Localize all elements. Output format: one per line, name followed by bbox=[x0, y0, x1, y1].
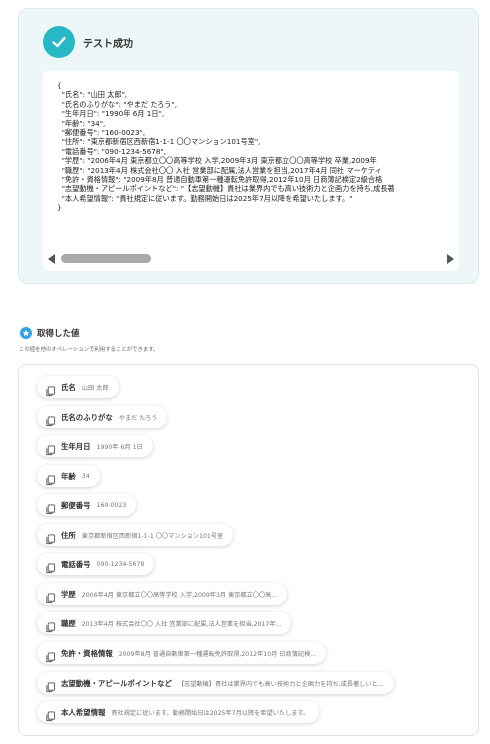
scroll-thumb[interactable] bbox=[61, 254, 151, 263]
copy-icon bbox=[45, 412, 56, 426]
result-code-panel[interactable]: { "氏名": "山田 太郎", "氏名のふりがな": "やまだ たろう", "… bbox=[43, 71, 459, 271]
code-line: "生年月日": "1990年 6月 1日", bbox=[57, 109, 165, 119]
value-chip-label: 年齢 bbox=[61, 471, 76, 481]
value-chip-value: 2009年8月 普通自動車第一種運転免許取得,2012年10月 日商簿記検... bbox=[118, 650, 317, 658]
value-chip[interactable]: 生年月日 1990年 6月 1日 bbox=[37, 435, 153, 457]
value-chip-label: 電話番号 bbox=[61, 559, 91, 569]
value-chip[interactable]: 志望動機・アピールポイントなど 【志望動機】貴社は業界内でも高い技術力と企画力を持… bbox=[37, 672, 394, 694]
value-chip-label: 志望動機・アピールポイントなど bbox=[61, 678, 172, 688]
value-chip-label: 氏名のふりがな bbox=[61, 412, 113, 422]
copy-icon bbox=[45, 618, 56, 632]
result-code-text: { "氏名": "山田 太郎", "氏名のふりがな": "やまだ たろう", "… bbox=[57, 81, 395, 213]
value-chip-value: 山田 太郎 bbox=[81, 384, 109, 392]
star-badge-icon bbox=[20, 327, 32, 339]
code-line: "氏名のふりがな": "やまだ たろう", bbox=[57, 99, 178, 109]
code-line: "年齢": "34", bbox=[57, 118, 106, 128]
copy-icon bbox=[45, 589, 56, 603]
value-chip[interactable]: 職歴 2013年4月 株式会社〇〇 入社 営業部に配属,法人営業を担当,2017年… bbox=[37, 612, 292, 634]
copy-icon bbox=[45, 559, 56, 573]
code-line: } bbox=[57, 203, 62, 213]
copy-icon bbox=[45, 471, 56, 485]
values-description: この値を他のオペレーションで利用することができます。 bbox=[19, 347, 159, 353]
code-line: "職歴": "2013年4月 株式会社〇〇 入社 営業部に配属,法人営業を担当,… bbox=[57, 165, 382, 175]
success-title: テスト成功 bbox=[83, 39, 133, 50]
code-line: "氏名": "山田 太郎", bbox=[57, 90, 128, 100]
value-chip-value: 【志望動機】貴社は業界内でも高い技術力と企画力を持ち,成長著しいと... bbox=[177, 680, 384, 688]
code-line: "本人希望情報": "貴社規定に従います。勤務開始日は2025年7月以降を希望い… bbox=[57, 193, 353, 203]
horizontal-scrollbar[interactable] bbox=[43, 252, 459, 267]
value-chip[interactable]: 年齢 34 bbox=[37, 465, 100, 487]
values-list: 氏名 山田 太郎氏名のふりがな やまだ たろう生年月日 1990年 6月 1日年齢 34… bbox=[18, 364, 479, 736]
value-chip-label: 学歴 bbox=[61, 589, 76, 599]
value-chip-value: 34 bbox=[81, 472, 90, 480]
scroll-right-icon[interactable] bbox=[447, 254, 454, 264]
copy-icon bbox=[45, 441, 56, 455]
code-line: "免許・資格情報": "2009年8月 普通自動車第一種運転免許取得,2012年… bbox=[57, 175, 383, 185]
copy-icon bbox=[45, 678, 56, 692]
scroll-left-icon[interactable] bbox=[48, 254, 55, 264]
value-chip-value: やまだ たろう bbox=[118, 414, 158, 422]
value-chip[interactable]: 学歴 2006年4月 東京都立〇〇高等学校 入学,2009年3月 東京都立〇〇高.… bbox=[37, 583, 288, 605]
test-result-card: テスト成功 { "氏名": "山田 太郎", "氏名のふりがな": "やまだ た… bbox=[18, 8, 479, 284]
value-chip-value: 貴社規定に従います。勤務開始日は2025年7月以降を希望いたします。 bbox=[111, 709, 310, 717]
value-chip[interactable]: 氏名のふりがな やまだ たろう bbox=[37, 406, 168, 428]
value-chip[interactable]: 電話番号 090-1234-5678 bbox=[37, 553, 155, 575]
value-chip[interactable]: 本人希望情報 貴社規定に従います。勤務開始日は2025年7月以降を希望いたします。 bbox=[37, 701, 320, 723]
code-line: "住所": "東京都新宿区西新宿1-1-1 〇〇マンション101号室", bbox=[57, 137, 261, 147]
value-chip-label: 本人希望情報 bbox=[61, 707, 106, 717]
value-chip-label: 住所 bbox=[61, 530, 76, 540]
value-chip[interactable]: 郵便番号 160-0023 bbox=[37, 494, 137, 516]
code-line: "電話番号": "090-1234-5678", bbox=[57, 146, 167, 156]
copy-icon bbox=[45, 648, 56, 662]
value-chip-value: 東京都新宿区西新宿1-1-1 〇〇マンション101号室 bbox=[81, 532, 224, 540]
code-line: { bbox=[57, 81, 62, 90]
value-chip-label: 職歴 bbox=[61, 618, 76, 628]
copy-icon bbox=[45, 500, 56, 514]
value-chip-label: 氏名 bbox=[61, 382, 76, 392]
code-line: "郵便番号": "160-0023", bbox=[57, 128, 146, 138]
values-header: 取得した値 bbox=[20, 327, 80, 339]
value-chip-value: 2013年4月 株式会社〇〇 入社 営業部に配属,法人営業を担当,2017年..… bbox=[81, 620, 282, 628]
value-chip-value: 1990年 6月 1日 bbox=[96, 443, 143, 451]
code-line: "志望動機・アピールポイントなど": "【志望動機】貴社は業界内でも高い技術力と… bbox=[57, 184, 395, 194]
value-chip-label: 免許・資格情報 bbox=[61, 648, 113, 658]
copy-icon bbox=[45, 530, 56, 544]
copy-icon bbox=[45, 707, 56, 721]
value-chip-label: 生年月日 bbox=[61, 441, 91, 451]
value-chip-value: 090-1234-5678 bbox=[96, 560, 145, 568]
value-chip-value: 160-0023 bbox=[96, 501, 127, 509]
values-title: 取得した値 bbox=[37, 329, 80, 339]
code-line: "学歴": "2006年4月 東京都立〇〇高等学校 入学,2009年3月 東京都… bbox=[57, 156, 377, 166]
value-chip[interactable]: 氏名 山田 太郎 bbox=[37, 376, 119, 398]
value-chip-value: 2006年4月 東京都立〇〇高等学校 入学,2009年3月 東京都立〇〇高... bbox=[81, 591, 278, 599]
value-chip[interactable]: 免許・資格情報 2009年8月 普通自動車第一種運転免許取得,2012年10月 日… bbox=[37, 642, 327, 664]
copy-icon bbox=[45, 382, 56, 396]
value-chip[interactable]: 住所 東京都新宿区西新宿1-1-1 〇〇マンション101号室 bbox=[37, 524, 234, 546]
check-icon bbox=[43, 26, 75, 58]
value-chip-label: 郵便番号 bbox=[61, 500, 91, 510]
